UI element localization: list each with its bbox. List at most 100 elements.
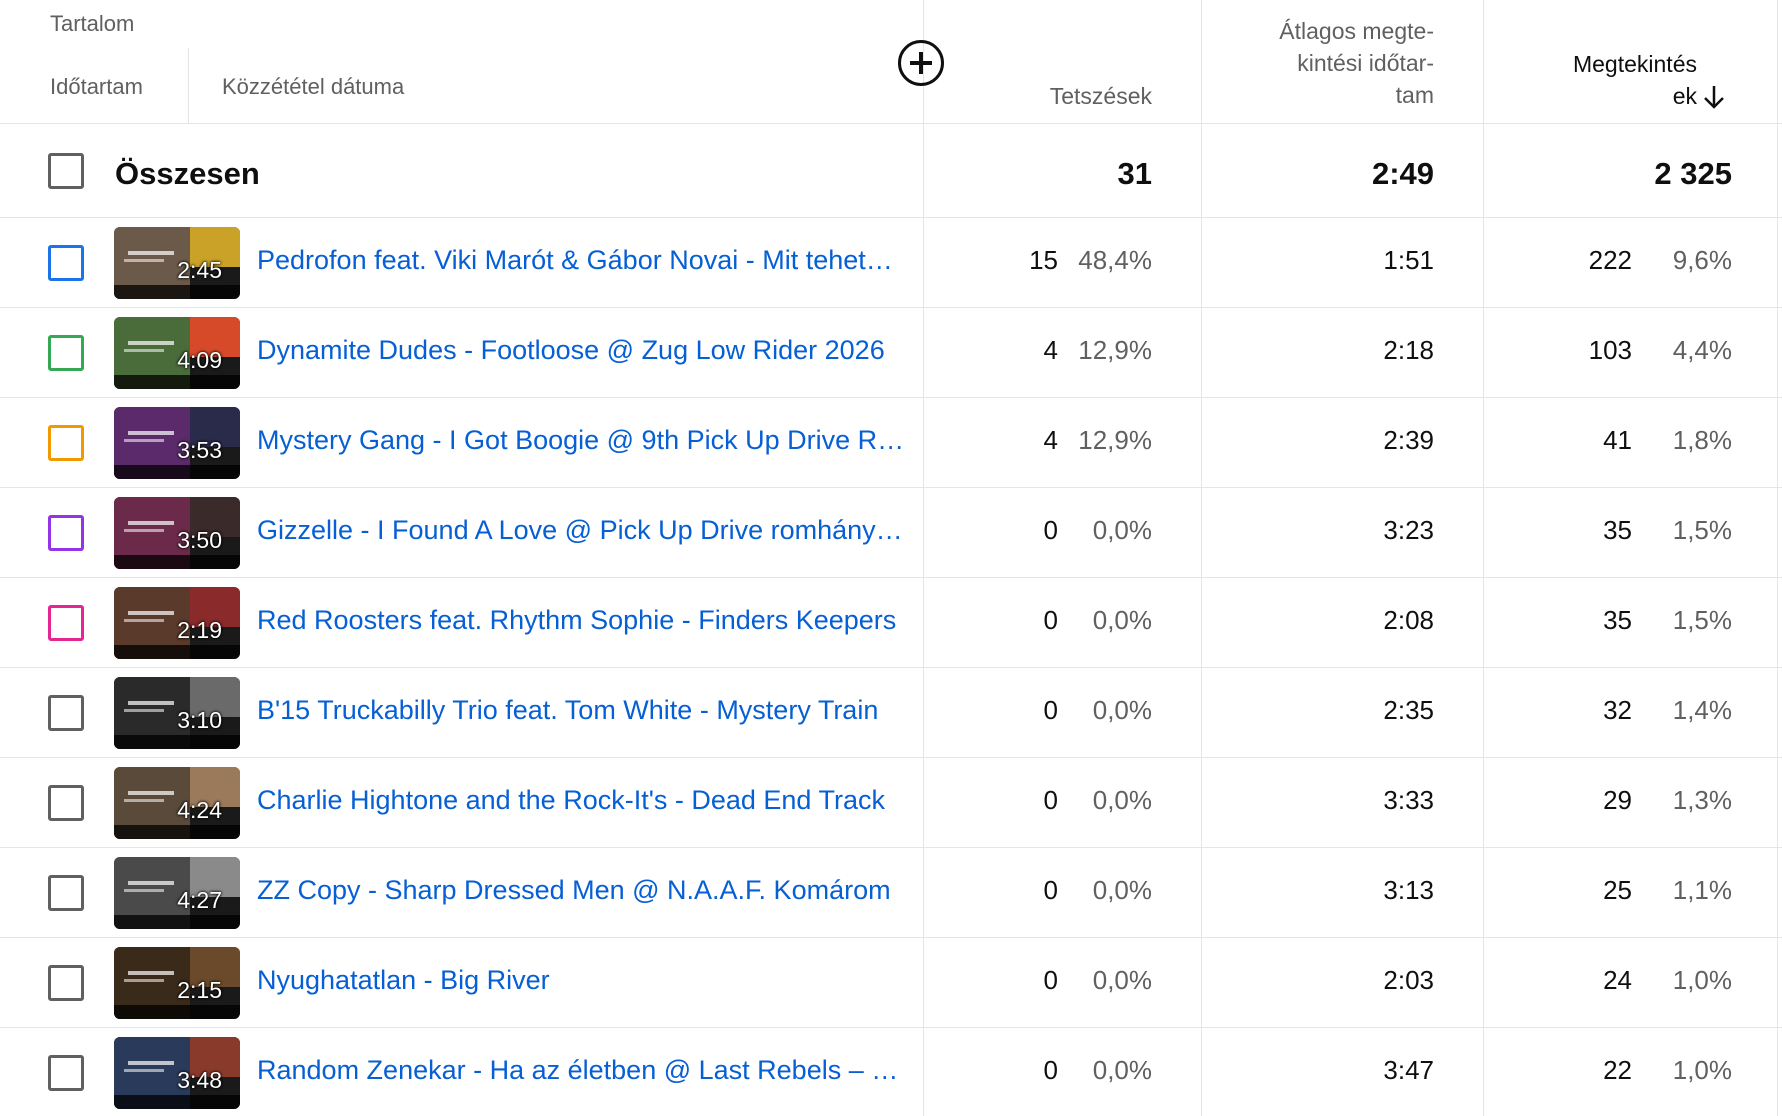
thumbnail-footer xyxy=(114,1095,240,1109)
table-row[interactable]: 2:45 Pedrofon feat. Viki Marót & Gábor N… xyxy=(0,218,1782,308)
table-row[interactable]: 3:53 Mystery Gang - I Got Boogie @ 9th P… xyxy=(0,398,1782,488)
table-row[interactable]: 3:48 Random Zenekar - Ha az életben @ La… xyxy=(0,1028,1782,1116)
thumbnail-caption xyxy=(124,1069,164,1072)
video-title-link[interactable]: Red Roosters feat. Rhythm Sophie - Finde… xyxy=(257,605,907,636)
video-title-link[interactable]: Random Zenekar - Ha az életben @ Last Re… xyxy=(257,1055,907,1086)
likes-value: 0 xyxy=(1043,1055,1058,1085)
row-checkbox[interactable] xyxy=(48,605,84,641)
table-row[interactable]: 3:10 B'15 Truckabilly Trio feat. Tom Whi… xyxy=(0,668,1782,758)
avg-view-duration-label-line: kintési időtar- xyxy=(1297,50,1434,76)
table-header: Tartalom Időtartam Közzététel dátuma Tet… xyxy=(0,0,1782,124)
likes-percent: 0,0% xyxy=(1092,785,1152,815)
thumbnail-footer xyxy=(114,375,240,389)
video-title-link[interactable]: Charlie Hightone and the Rock-It's - Dea… xyxy=(257,785,907,816)
video-title-link[interactable]: Mystery Gang - I Got Boogie @ 9th Pick U… xyxy=(257,425,907,456)
video-title-link[interactable]: Dynamite Dudes - Footloose @ Zug Low Rid… xyxy=(257,335,907,366)
likes-header[interactable]: Tetszések xyxy=(892,80,1152,112)
views-value: 22 xyxy=(1603,1055,1632,1085)
thumbnail-footer xyxy=(114,465,240,479)
row-checkbox[interactable] xyxy=(48,515,84,551)
publish-date-header[interactable]: Közzététel dátuma xyxy=(222,74,404,100)
likes-percent: 48,4% xyxy=(1078,245,1152,275)
video-thumbnail[interactable]: 4:09 xyxy=(114,317,240,389)
duration-header[interactable]: Időtartam xyxy=(50,74,143,100)
views-value: 41 xyxy=(1603,425,1632,455)
likes-value: 4 xyxy=(1043,335,1058,365)
views-percent: 1,8% xyxy=(1672,425,1732,455)
video-thumbnail[interactable]: 4:27 xyxy=(114,857,240,929)
header-divider xyxy=(188,48,189,124)
views-percent: 1,3% xyxy=(1672,785,1732,815)
video-thumbnail[interactable]: 4:24 xyxy=(114,767,240,839)
total-views: 2 325 xyxy=(1654,156,1732,191)
avg-view-duration-label-line: Átlagos megte- xyxy=(1279,18,1434,44)
avg-view-duration-value: 2:03 xyxy=(1383,965,1434,995)
likes-value: 0 xyxy=(1043,875,1058,905)
avg-view-duration-value: 3:33 xyxy=(1383,785,1434,815)
thumbnail-caption xyxy=(124,529,164,532)
views-value: 24 xyxy=(1603,965,1632,995)
table-row[interactable]: 2:19 Red Roosters feat. Rhythm Sophie - … xyxy=(0,578,1782,668)
table-row[interactable]: 4:27 ZZ Copy - Sharp Dressed Men @ N.A.A… xyxy=(0,848,1782,938)
video-thumbnail[interactable]: 3:48 xyxy=(114,1037,240,1109)
row-checkbox[interactable] xyxy=(48,425,84,461)
video-duration: 2:15 xyxy=(177,977,222,1003)
views-value: 25 xyxy=(1603,875,1632,905)
total-likes: 31 xyxy=(1117,156,1152,191)
arrow-down-icon[interactable] xyxy=(1702,84,1726,110)
likes-percent: 0,0% xyxy=(1092,605,1152,635)
video-duration: 3:10 xyxy=(177,707,222,733)
row-checkbox[interactable] xyxy=(48,785,84,821)
thumbnail-footer xyxy=(114,555,240,569)
thumbnail-caption xyxy=(128,521,174,525)
video-thumbnail[interactable]: 2:19 xyxy=(114,587,240,659)
thumbnail-footer xyxy=(114,735,240,749)
views-value: 32 xyxy=(1603,695,1632,725)
thumbnail-caption xyxy=(128,971,174,975)
row-checkbox[interactable] xyxy=(48,965,84,1001)
views-header[interactable]: Megtekintés ek xyxy=(1437,48,1697,112)
thumbnail-caption xyxy=(128,1061,174,1065)
row-checkbox[interactable] xyxy=(48,335,84,371)
video-title-link[interactable]: Pedrofon feat. Viki Marót & Gábor Novai … xyxy=(257,245,907,276)
likes-percent: 0,0% xyxy=(1092,1055,1152,1085)
video-thumbnail[interactable]: 3:53 xyxy=(114,407,240,479)
avg-view-duration-value: 3:47 xyxy=(1383,1055,1434,1085)
video-thumbnail[interactable]: 3:50 xyxy=(114,497,240,569)
thumbnail-caption xyxy=(128,611,174,615)
avg-view-duration-value: 3:13 xyxy=(1383,875,1434,905)
video-duration: 4:24 xyxy=(177,797,222,823)
video-duration: 2:45 xyxy=(177,257,222,283)
thumbnail-footer xyxy=(114,915,240,929)
views-percent: 9,6% xyxy=(1672,245,1732,275)
total-row: Összesen 31 2:49 2 325 xyxy=(0,124,1782,218)
thumbnail-caption xyxy=(124,259,164,262)
table-row[interactable]: 4:09 Dynamite Dudes - Footloose @ Zug Lo… xyxy=(0,308,1782,398)
select-all-checkbox[interactable] xyxy=(48,153,84,189)
video-thumbnail[interactable]: 2:45 xyxy=(114,227,240,299)
video-thumbnail[interactable]: 2:15 xyxy=(114,947,240,1019)
table-row[interactable]: 2:15 Nyughatatlan - Big River 0 0,0% 2:0… xyxy=(0,938,1782,1028)
views-percent: 1,5% xyxy=(1672,605,1732,635)
content-header: Tartalom xyxy=(50,11,135,36)
row-checkbox[interactable] xyxy=(48,695,84,731)
row-checkbox[interactable] xyxy=(48,1055,84,1091)
video-thumbnail[interactable]: 3:10 xyxy=(114,677,240,749)
video-duration: 3:50 xyxy=(177,527,222,553)
table-row[interactable]: 4:24 Charlie Hightone and the Rock-It's … xyxy=(0,758,1782,848)
video-title-link[interactable]: ZZ Copy - Sharp Dressed Men @ N.A.A.F. K… xyxy=(257,875,907,906)
video-title-link[interactable]: Nyughatatlan - Big River xyxy=(257,965,907,996)
table-row[interactable]: 3:50 Gizzelle - I Found A Love @ Pick Up… xyxy=(0,488,1782,578)
thumbnail-footer xyxy=(114,285,240,299)
video-title-link[interactable]: B'15 Truckabilly Trio feat. Tom White - … xyxy=(257,695,907,726)
row-checkbox[interactable] xyxy=(48,875,84,911)
avg-view-duration-header[interactable]: Átlagos megte- kintési időtar- tam xyxy=(1174,15,1434,111)
likes-value: 0 xyxy=(1043,785,1058,815)
row-checkbox[interactable] xyxy=(48,245,84,281)
thumbnail-caption xyxy=(124,979,164,982)
views-percent: 1,4% xyxy=(1672,695,1732,725)
thumbnail-footer xyxy=(114,825,240,839)
views-percent: 1,0% xyxy=(1672,1055,1732,1085)
video-title-link[interactable]: Gizzelle - I Found A Love @ Pick Up Driv… xyxy=(257,515,907,546)
video-duration: 3:48 xyxy=(177,1067,222,1093)
